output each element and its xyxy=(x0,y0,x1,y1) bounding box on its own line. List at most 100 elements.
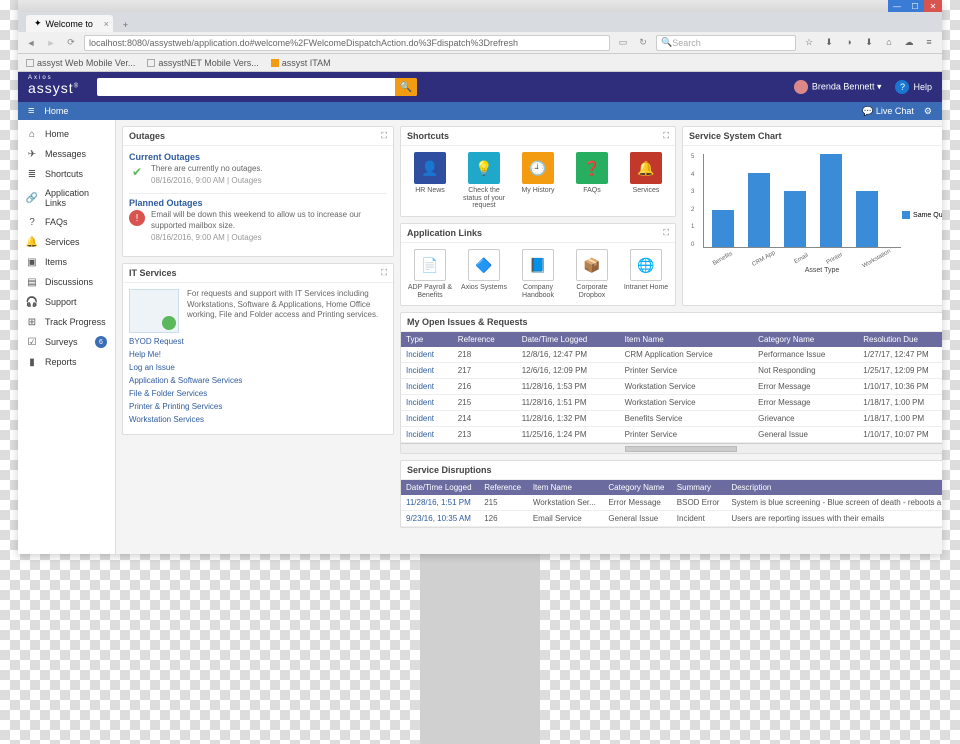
download-icon[interactable]: ⬇ xyxy=(862,37,876,48)
sync-icon[interactable]: ☁ xyxy=(902,37,916,48)
forward-button[interactable]: ► xyxy=(44,36,58,50)
table-header[interactable]: Summary xyxy=(672,480,727,495)
tile[interactable]: 🌐Intranet Home xyxy=(623,249,669,299)
chart-legend: Same Quarter xyxy=(902,211,942,219)
tile[interactable]: 🔷Axios Systems xyxy=(461,249,507,299)
tile[interactable]: 📘Company Handbook xyxy=(515,249,561,299)
chart-bar xyxy=(748,173,770,247)
sidebar-item-reports[interactable]: ▮Reports xyxy=(18,352,115,372)
browser-search[interactable]: 🔍 Search xyxy=(656,35,796,51)
alert-icon: ! xyxy=(129,210,145,226)
sidebar-item-discussions[interactable]: ▤Discussions xyxy=(18,272,115,292)
user-menu[interactable]: Brenda Bennett ▾ xyxy=(794,80,882,94)
window-close[interactable]: ✕ xyxy=(924,0,942,12)
it-service-link[interactable]: File & Folder Services xyxy=(129,389,387,398)
new-tab-button[interactable]: + xyxy=(117,18,134,32)
table-header[interactable]: Category Name xyxy=(753,332,858,347)
bookmark-item[interactable]: assyst ITAM xyxy=(271,58,331,68)
avatar xyxy=(794,80,808,94)
app-header: Axios assyst® 🔍 Brenda Bennett ▾ ?Help xyxy=(18,72,942,102)
it-service-link[interactable]: Help Me! xyxy=(129,350,387,359)
help-link[interactable]: ?Help xyxy=(895,80,932,94)
tile[interactable]: 👤HR News xyxy=(407,152,453,210)
tile[interactable]: 📦Corporate Dropbox xyxy=(569,249,615,299)
sidebar-item-application-links[interactable]: 🔗Application Links xyxy=(18,184,115,212)
sidebar-item-services[interactable]: 🔔Services xyxy=(18,232,115,252)
shield-icon[interactable]: ◑ xyxy=(842,37,856,48)
settings-icon[interactable]: ⚙ xyxy=(924,106,932,117)
chart-bar xyxy=(820,154,842,247)
menu-icon[interactable]: ≡ xyxy=(922,37,936,48)
table-header[interactable]: Date/Time Logged xyxy=(401,480,479,495)
table-header[interactable]: Description xyxy=(726,480,942,495)
refresh-icon[interactable]: ↻ xyxy=(636,36,650,50)
table-header[interactable]: Type xyxy=(401,332,453,347)
horizontal-scrollbar[interactable] xyxy=(401,443,942,453)
search-button[interactable]: 🔍 xyxy=(395,78,417,96)
planned-outages-heading: Planned Outages xyxy=(129,198,387,208)
tile-icon: 📄 xyxy=(414,249,446,281)
browser-tab[interactable]: ✦ Welcome to × xyxy=(26,15,113,32)
main-search-input[interactable]: 🔍 xyxy=(97,78,417,96)
expand-icon[interactable]: ⛶ xyxy=(663,131,669,141)
sidebar-icon: ▤ xyxy=(26,276,38,288)
it-service-link[interactable]: BYOD Request xyxy=(129,337,387,346)
it-service-link[interactable]: Printer & Printing Services xyxy=(129,402,387,411)
tile[interactable]: 🕘My History xyxy=(515,152,561,210)
table-row[interactable]: 9/23/16, 10:35 AM126Email ServiceGeneral… xyxy=(401,511,942,527)
tab-close-icon[interactable]: × xyxy=(104,19,109,29)
table-header[interactable]: Category Name xyxy=(603,480,671,495)
sidebar-item-messages[interactable]: ✈Messages xyxy=(18,144,115,164)
pocket-icon[interactable]: ⬇ xyxy=(822,37,836,48)
table-header[interactable]: Reference xyxy=(479,480,528,495)
sidebar-icon: 🔗 xyxy=(26,192,38,204)
bookmark-item[interactable]: assystNET Mobile Vers... xyxy=(147,58,258,68)
table-row[interactable]: Incident21812/8/16, 12:47 PMCRM Applicat… xyxy=(401,347,942,363)
live-chat-link[interactable]: 💬 Live Chat xyxy=(862,106,914,117)
table-row[interactable]: Incident21411/28/16, 1:32 PMBenefits Ser… xyxy=(401,411,942,427)
it-services-panel: IT Services⛶ For requests and support wi… xyxy=(122,263,394,435)
reader-icon[interactable]: ▭ xyxy=(616,36,630,50)
table-row[interactable]: Incident21611/28/16, 1:53 PMWorkstation … xyxy=(401,379,942,395)
sidebar-item-faqs[interactable]: ?FAQs xyxy=(18,212,115,232)
star-icon[interactable]: ☆ xyxy=(802,37,816,48)
tile-icon: 🌐 xyxy=(630,249,662,281)
sidebar-item-surveys[interactable]: ☑Surveys6 xyxy=(18,332,115,352)
tile[interactable]: 📄ADP Payroll & Benefits xyxy=(407,249,453,299)
table-row[interactable]: Incident21712/6/16, 12:09 PMPrinter Serv… xyxy=(401,363,942,379)
tile[interactable]: 🔔Services xyxy=(623,152,669,210)
table-row[interactable]: Incident21511/28/16, 1:51 PMWorkstation … xyxy=(401,395,942,411)
browser-tab-bar: ✦ Welcome to × + xyxy=(18,12,942,32)
table-header[interactable]: Resolution Due xyxy=(858,332,942,347)
sidebar-item-track-progress[interactable]: ⊞Track Progress xyxy=(18,312,115,332)
breadcrumb-home[interactable]: Home xyxy=(44,106,68,116)
sidebar-item-home[interactable]: ⌂Home xyxy=(18,124,115,144)
sidebar-item-support[interactable]: 🎧Support xyxy=(18,292,115,312)
it-service-link[interactable]: Workstation Services xyxy=(129,415,387,424)
it-service-link[interactable]: Log an Issue xyxy=(129,363,387,372)
sidebar-icon: ▮ xyxy=(26,356,38,368)
it-service-link[interactable]: Application & Software Services xyxy=(129,376,387,385)
back-button[interactable]: ◄ xyxy=(24,36,38,50)
sidebar-item-shortcuts[interactable]: ≣Shortcuts xyxy=(18,164,115,184)
tile[interactable]: ❓FAQs xyxy=(569,152,615,210)
sidebar-item-items[interactable]: ▣Items xyxy=(18,252,115,272)
expand-icon[interactable]: ⛶ xyxy=(381,268,387,278)
bookmark-item[interactable]: assyst Web Mobile Ver... xyxy=(26,58,135,68)
tile[interactable]: 💡Check the status of your request xyxy=(461,152,507,210)
table-header[interactable]: Item Name xyxy=(620,332,754,347)
table-header[interactable]: Reference xyxy=(453,332,517,347)
window-maximize[interactable]: ☐ xyxy=(906,0,924,12)
table-header[interactable]: Date/Time Logged xyxy=(517,332,620,347)
home-icon[interactable]: ⌂ xyxy=(882,37,896,48)
address-bar: ◄ ► ⟳ localhost:8080/assystweb/applicati… xyxy=(18,32,942,54)
table-header[interactable]: Item Name xyxy=(528,480,604,495)
table-row[interactable]: 11/28/16, 1:51 PM215Workstation Ser...Er… xyxy=(401,495,942,511)
expand-icon[interactable]: ⛶ xyxy=(381,131,387,141)
hamburger-icon[interactable]: ≡ xyxy=(28,105,34,117)
window-minimize[interactable]: — xyxy=(888,0,906,12)
table-row[interactable]: Incident21311/25/16, 1:24 PMPrinter Serv… xyxy=(401,427,942,443)
reload-button[interactable]: ⟳ xyxy=(64,36,78,50)
expand-icon[interactable]: ⛶ xyxy=(663,228,669,238)
url-input[interactable]: localhost:8080/assystweb/application.do#… xyxy=(84,35,610,51)
